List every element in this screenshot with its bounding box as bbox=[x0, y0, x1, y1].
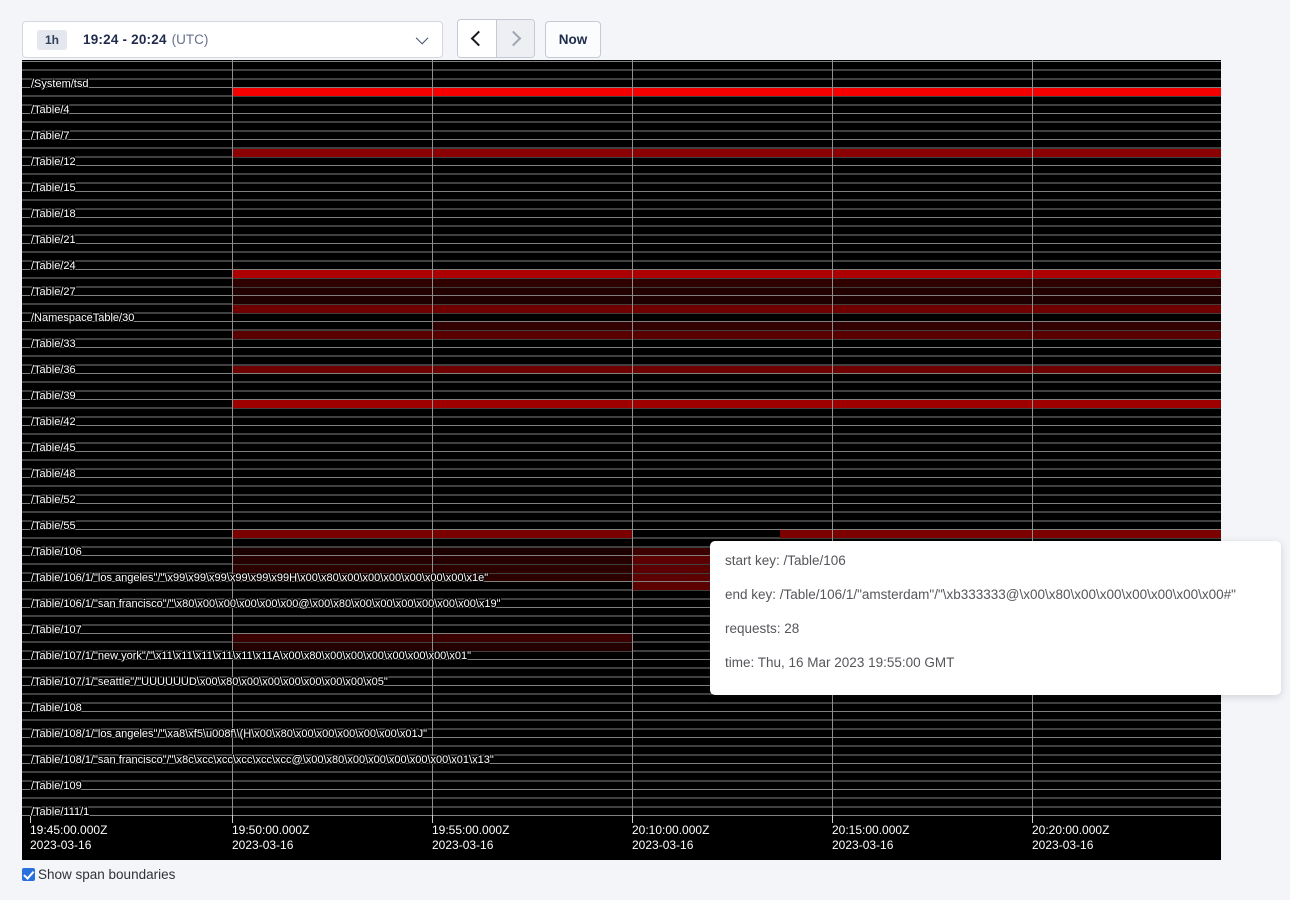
x-axis-label: 19:45:00.000Z2023-03-16 bbox=[30, 823, 107, 853]
x-axis-tick bbox=[30, 815, 31, 823]
row-label: /Table/111/1 bbox=[31, 806, 89, 818]
x-axis-label: 20:20:00.000Z2023-03-16 bbox=[1032, 823, 1109, 853]
heatmap-band bbox=[632, 582, 710, 590]
x-axis-label: 19:50:00.000Z2023-03-16 bbox=[232, 823, 309, 853]
hover-tooltip: start key: /Table/106 end key: /Table/10… bbox=[710, 541, 1281, 695]
show-span-boundaries-checkbox[interactable] bbox=[22, 868, 35, 881]
x-axis-tick bbox=[1032, 815, 1033, 823]
heatmap-band bbox=[232, 331, 1221, 339]
heatmap-band bbox=[232, 288, 1221, 296]
heatmap-band bbox=[632, 548, 710, 556]
heatmap-band bbox=[632, 574, 710, 582]
row-label: /Table/109 bbox=[31, 780, 82, 792]
row-label: /Table/108 bbox=[31, 702, 82, 714]
row-label: /Table/107 bbox=[31, 624, 82, 636]
row-label: /Table/33 bbox=[31, 338, 76, 350]
x-axis-tick bbox=[232, 815, 233, 823]
heatmap-band bbox=[232, 149, 1221, 157]
chevron-left-icon bbox=[471, 31, 487, 47]
heatmap-band bbox=[632, 565, 710, 573]
timezone-label: (UTC) bbox=[172, 32, 209, 47]
heatmap-band bbox=[232, 565, 632, 573]
row-label: /Table/106 bbox=[31, 546, 82, 558]
time-range-label: 19:24 - 20:24 bbox=[83, 32, 167, 47]
row-label: /Table/52 bbox=[31, 494, 76, 506]
tooltip-requests: requests: 28 bbox=[725, 621, 1273, 636]
row-label: /System/tsd bbox=[31, 78, 88, 90]
row-label: /Table/27 bbox=[31, 286, 76, 298]
tooltip-end-key: end key: /Table/106/1/"amsterdam"/"\xb33… bbox=[725, 587, 1273, 602]
time-nav-group bbox=[457, 19, 535, 58]
heatmap-band bbox=[232, 400, 1221, 408]
heatmap-band bbox=[232, 279, 1221, 287]
span-boundaries-row: Show span boundaries bbox=[22, 867, 175, 882]
heatmap-band bbox=[780, 530, 1221, 538]
row-label: /Table/107/1/"seattle"/"UUUUUUD\x00\x80\… bbox=[31, 676, 388, 688]
row-label: /Table/55 bbox=[31, 520, 76, 532]
heatmap-band bbox=[232, 548, 632, 556]
prev-time-button[interactable] bbox=[458, 20, 497, 57]
vertical-gridline bbox=[832, 60, 833, 822]
heatmap-band bbox=[232, 634, 632, 642]
heatmap-band bbox=[232, 530, 632, 538]
row-label: /Table/15 bbox=[31, 182, 76, 194]
vertical-gridline bbox=[432, 60, 433, 822]
row-label: /Table/48 bbox=[31, 468, 76, 480]
vertical-gridline bbox=[1032, 60, 1033, 822]
chevron-down-icon bbox=[416, 32, 429, 45]
x-axis-tick bbox=[832, 815, 833, 823]
heatmap-band bbox=[232, 366, 1221, 374]
row-label: /Table/4 bbox=[31, 104, 70, 116]
heatmap-band bbox=[432, 322, 1221, 330]
heatmap-band bbox=[232, 643, 632, 651]
row-label: /Table/42 bbox=[31, 416, 76, 428]
row-label: /Table/18 bbox=[31, 208, 76, 220]
row-label: /Table/107/1/"new york"/"\x11\x11\x11\x1… bbox=[31, 650, 471, 662]
heatmap-band bbox=[232, 574, 632, 582]
heatmap-band bbox=[232, 296, 1221, 304]
row-label: /Table/45 bbox=[31, 442, 76, 454]
row-label: /Table/36 bbox=[31, 364, 76, 376]
now-button[interactable]: Now bbox=[545, 21, 601, 58]
time-range-select[interactable]: 1h 19:24 - 20:24 (UTC) bbox=[22, 21, 443, 58]
heatmap-band bbox=[232, 556, 632, 564]
x-axis-label: 20:10:00.000Z2023-03-16 bbox=[632, 823, 709, 853]
key-visualizer-canvas[interactable]: 19:45:00.000Z2023-03-16 19:50:00.000Z2023… bbox=[22, 60, 1221, 860]
tooltip-time: time: Thu, 16 Mar 2023 19:55:00 GMT bbox=[725, 655, 1273, 670]
vertical-gridline bbox=[232, 60, 233, 822]
row-label: /NamespaceTable/30 bbox=[31, 312, 134, 324]
row-label: /Table/108/1/"los angeles"/"\xa8\xf5\u00… bbox=[31, 728, 427, 740]
row-label: /Table/21 bbox=[31, 234, 76, 246]
heatmap-band bbox=[232, 305, 1221, 313]
row-label: /Table/7 bbox=[31, 130, 70, 142]
row-label: /Table/39 bbox=[31, 390, 76, 402]
heatmap-band bbox=[632, 556, 710, 564]
next-time-button[interactable] bbox=[497, 20, 535, 57]
heatmap-band bbox=[232, 270, 1221, 278]
row-label: /Table/24 bbox=[31, 260, 76, 272]
show-span-boundaries-label: Show span boundaries bbox=[38, 867, 175, 882]
x-axis-tick bbox=[432, 815, 433, 823]
row-label: /Table/106/1/"los angeles"/"\x99\x99\x99… bbox=[31, 572, 488, 584]
row-label: /Table/106/1/"san francisco"/"\x80\x00\x… bbox=[31, 598, 501, 610]
x-axis-label: 20:15:00.000Z2023-03-16 bbox=[832, 823, 909, 853]
duration-badge: 1h bbox=[37, 30, 67, 50]
chevron-right-icon bbox=[505, 31, 521, 47]
x-axis-label: 19:55:00.000Z2023-03-16 bbox=[432, 823, 509, 853]
x-axis-tick bbox=[632, 815, 633, 823]
vertical-gridline bbox=[632, 60, 633, 822]
row-label: /Table/12 bbox=[31, 156, 76, 168]
tooltip-start-key: start key: /Table/106 bbox=[725, 553, 1273, 568]
heatmap-band bbox=[232, 88, 1221, 96]
horizontal-gridlines bbox=[22, 61, 1221, 823]
row-label: /Table/108/1/"san francisco"/"\x8c\xcc\x… bbox=[31, 754, 494, 766]
